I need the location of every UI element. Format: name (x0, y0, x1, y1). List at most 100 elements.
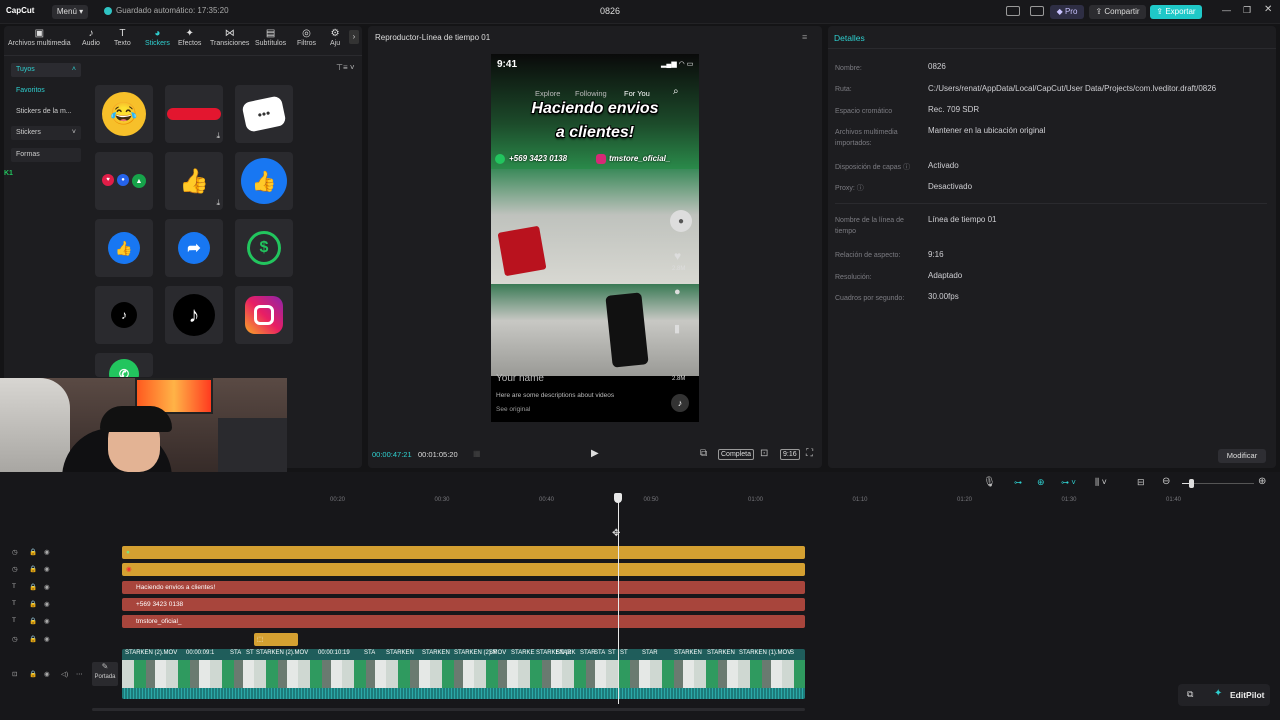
pro-button[interactable]: ◆ Pro (1050, 5, 1084, 19)
text-clip-instagram[interactable]: tmstore_oficial_ (122, 615, 805, 628)
sticker-like-blue[interactable]: 👍 (235, 152, 293, 210)
tab-aju[interactable]: ⚙ Aju (330, 28, 340, 47)
more-icon[interactable]: ⋯ (76, 670, 83, 678)
eye-icon[interactable]: ◉ (44, 548, 50, 556)
play-icon[interactable]: ▶ (591, 448, 599, 459)
lock-icon[interactable]: 🔒 (29, 583, 37, 591)
detail-value-aspect: 9:16 (928, 250, 944, 259)
sticker-facebook-like[interactable]: 👍 (95, 219, 153, 277)
sticker-whatsapp[interactable]: ✆ (95, 353, 153, 377)
sidebar-item-stickers-de-la-m[interactable]: Stickers de la m... (11, 105, 81, 119)
sticker-instagram[interactable] (235, 286, 293, 344)
sticker-track-clip[interactable]: ◉ (122, 563, 805, 576)
detail-value-proxy: Desactivado (928, 182, 973, 191)
eye-icon[interactable]: ◉ (44, 600, 50, 608)
track-type-icon[interactable]: T (12, 583, 16, 590)
playhead[interactable] (618, 494, 619, 704)
preview-icon[interactable]: ⊟ (1137, 477, 1145, 488)
sidebar-item-tuyos[interactable]: Tuyos ˄ (11, 63, 81, 77)
minimize-icon[interactable]: — (1222, 5, 1231, 15)
track-type-icon[interactable]: ◷ (12, 635, 18, 643)
sticker-laughing-emoji[interactable]: 😂 (95, 85, 153, 143)
mic-icon[interactable]: 🎙 (983, 477, 996, 488)
tab-efectos[interactable]: ✦ Efectos (178, 28, 201, 47)
menu-icon[interactable]: ≡ (802, 32, 807, 42)
editpilot-button[interactable]: EditPilot (1230, 690, 1264, 700)
waveform-icon[interactable]: ▦ (473, 449, 481, 458)
sticker-social-reactions[interactable]: ♥ ● ▲ (95, 152, 153, 210)
split-icon[interactable]: ⫼ ˅ (1095, 477, 1107, 488)
video-clip-label: STARKEN (674, 650, 702, 656)
sidebar-item-favoritos[interactable]: Favoritos (11, 84, 81, 98)
lock-icon[interactable]: 🔒 (29, 670, 37, 678)
tab-texto[interactable]: T Texto (114, 28, 131, 47)
sticker-tiktok-large[interactable]: ♪ (165, 286, 223, 344)
fullscreen-icon[interactable]: ⛶ (806, 448, 813, 459)
eye-icon[interactable]: ◉ (44, 583, 50, 591)
filter-icon[interactable]: ⊤≡ ˅ (336, 63, 355, 72)
lock-icon[interactable]: 🔒 (29, 565, 37, 573)
eye-icon[interactable]: ◉ (44, 670, 50, 678)
screenshot-icon[interactable]: ⊡ (760, 448, 768, 459)
sticker-short-clip[interactable]: ⬚ (254, 633, 298, 646)
lock-icon[interactable]: 🔒 (29, 617, 37, 625)
tab-archivos-multimedia[interactable]: ▣ Archivos multimedia (8, 28, 71, 47)
sidebar-item-stickers[interactable]: Stickers ˅ (11, 126, 81, 140)
sticker-share-arrow[interactable]: ➦ (165, 219, 223, 277)
close-icon[interactable]: ✕ (1264, 4, 1272, 15)
playhead-handle[interactable] (614, 493, 622, 503)
menu-button[interactable]: Menú ▾ (52, 5, 88, 19)
export-button[interactable]: ⇪ Exportar (1150, 5, 1202, 19)
total-time: 00:01:05:20 (418, 450, 458, 459)
sticker-money-cycle[interactable]: $ (235, 219, 293, 277)
sticker-chat-bubble[interactable]: ••• (235, 85, 293, 143)
video-preview[interactable]: 9:41 ▂▄▆ ◠ ▭ Explore Following For You ⌕… (491, 54, 699, 422)
layout-icon[interactable] (1006, 6, 1020, 16)
tab-audio[interactable]: ♪ Audio (82, 28, 100, 47)
video-track[interactable]: STARKEN (2).MOV 00:00:09:1 STA ST STARKEN (2… (122, 649, 805, 699)
sticker-red-banner[interactable]: ⤓ (165, 85, 223, 143)
ratio-button[interactable]: 9:16 (780, 449, 800, 460)
snap-icon[interactable]: ⊶ ˅ (1061, 478, 1076, 487)
tab-stickers[interactable]: ◕ Stickers (145, 28, 170, 47)
eye-icon[interactable]: ◉ (44, 565, 50, 573)
share-button[interactable]: ⇪ Compartir (1089, 5, 1146, 19)
timeline-scrollbar[interactable] (92, 708, 805, 711)
text-clip-phone[interactable]: +569 3423 0138 (122, 598, 805, 611)
maximize-icon[interactable]: ❐ (1243, 5, 1251, 16)
track-type-icon[interactable]: ◷ (12, 565, 18, 573)
sticker-thumbs-up-white[interactable]: 👍 ⤓ (165, 152, 223, 210)
modify-button[interactable]: Modificar (1218, 449, 1266, 463)
download-icon[interactable]: ⤓ (216, 131, 220, 141)
magnet-icon[interactable]: ⊕ (1037, 477, 1045, 488)
download-icon[interactable]: ⤓ (216, 198, 220, 208)
detail-label-proxy: Proxy: ⓘ (835, 185, 864, 192)
lock-icon[interactable]: 🔒 (29, 635, 37, 643)
tab-subt-tulos[interactable]: ▤ Subtítulos (255, 28, 286, 47)
eye-icon[interactable]: ◉ (44, 635, 50, 643)
tab-filtros[interactable]: ◎ Filtros (297, 28, 316, 47)
track-type-icon[interactable]: ⊡ (12, 670, 17, 678)
complete-button[interactable]: Completa (718, 449, 754, 460)
crop-icon[interactable]: ⧉ (700, 448, 707, 459)
cover-button[interactable]: ✎ Portada (92, 662, 118, 686)
keyboard-icon[interactable] (1030, 6, 1044, 16)
link-icon[interactable]: ⊶ (1014, 478, 1022, 487)
track-type-icon[interactable]: T (12, 600, 16, 607)
lock-icon[interactable]: 🔒 (29, 600, 37, 608)
eye-icon[interactable]: ◉ (44, 617, 50, 625)
tab-transiciones[interactable]: ⋈ Transiciones (210, 28, 249, 47)
zoom-slider-handle[interactable] (1189, 479, 1194, 488)
chevron-right-icon[interactable]: › (349, 30, 359, 44)
lock-icon[interactable]: 🔒 (29, 548, 37, 556)
audio-icon[interactable]: ◁) (61, 670, 68, 678)
track-type-icon[interactable]: ◷ (12, 548, 18, 556)
feedback-icon[interactable]: ⧉ (1187, 689, 1193, 700)
zoom-in-icon[interactable]: ⊕ (1258, 476, 1266, 487)
zoom-out-icon[interactable]: ⊖ (1162, 476, 1170, 487)
sidebar-item-formas[interactable]: Formas (11, 148, 81, 162)
sticker-tiktok-small[interactable]: ♪ (95, 286, 153, 344)
track-type-icon[interactable]: T (12, 617, 16, 624)
sticker-track-clip[interactable]: ● (122, 546, 805, 559)
text-clip-headline[interactable]: Haciendo envios a clientes! (122, 581, 805, 594)
